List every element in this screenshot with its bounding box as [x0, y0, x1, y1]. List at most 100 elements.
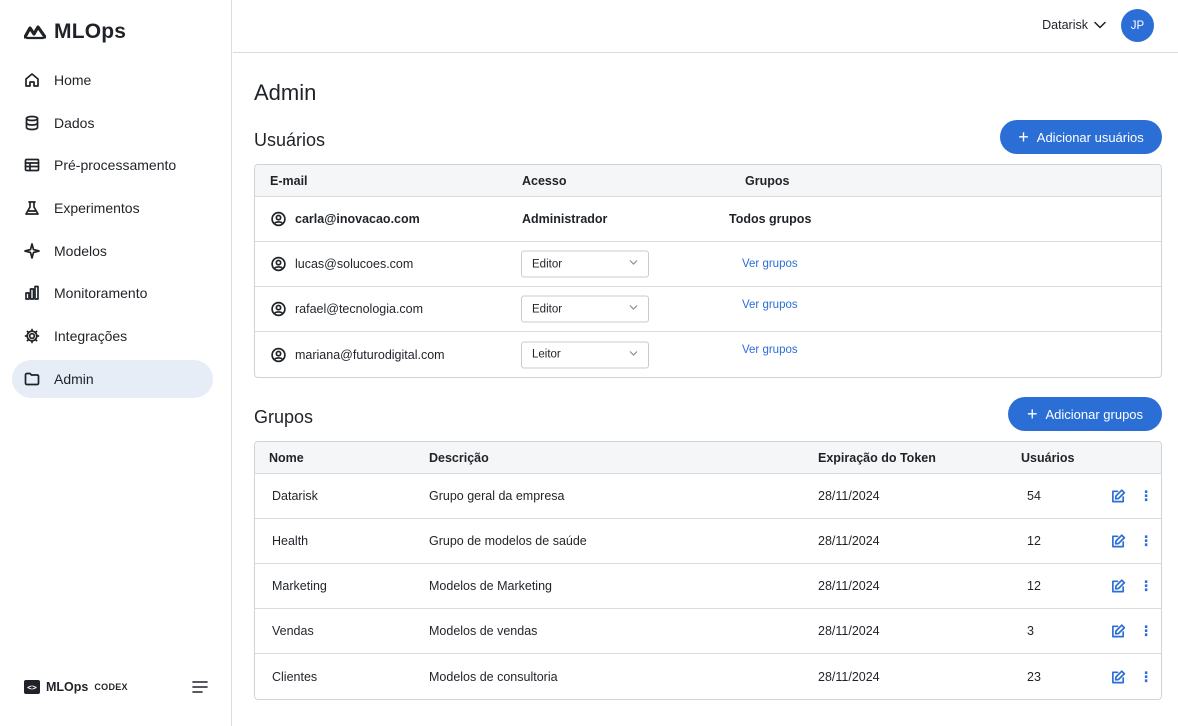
- edit-icon[interactable]: [1111, 579, 1126, 594]
- more-options-icon[interactable]: ⋮: [1139, 488, 1153, 505]
- group-users-count: 12: [1027, 579, 1041, 593]
- edit-icon[interactable]: [1111, 624, 1126, 639]
- table-row: rafael@tecnologia.com Editor Ver grupos: [255, 287, 1161, 332]
- user-email: mariana@futurodigital.com: [295, 347, 445, 362]
- more-options-icon[interactable]: ⋮: [1139, 623, 1153, 640]
- group-description: Modelos de vendas: [429, 624, 538, 638]
- group-name: Health: [272, 534, 309, 548]
- footer-brand-suffix: CODEX: [94, 682, 128, 692]
- chevron-down-icon: [629, 305, 638, 310]
- group-expiration: 28/11/2024: [818, 534, 880, 548]
- group-description: Modelos de Marketing: [429, 579, 552, 593]
- table-row: Vendas Modelos de vendas 28/11/2024 3 ⋮: [255, 609, 1161, 654]
- group-description: Grupo de modelos de saúde: [429, 534, 587, 548]
- group-name: Marketing: [272, 579, 327, 593]
- gear-icon: [24, 328, 40, 344]
- users-table-header: E-mail Acesso Grupos: [255, 165, 1161, 197]
- groups-section-title: Grupos: [254, 407, 314, 427]
- access-select-value: Editor: [532, 258, 563, 270]
- sidebar-item-admin[interactable]: Admin: [12, 359, 213, 398]
- more-options-icon[interactable]: ⋮: [1139, 668, 1153, 685]
- sidebar-nav: Home Dados Pré-processamento Experimento…: [12, 61, 213, 403]
- edit-icon[interactable]: [1111, 669, 1126, 684]
- group-users-count: 23: [1027, 669, 1041, 684]
- add-users-button[interactable]: + Adicionar usuários: [1000, 120, 1162, 154]
- database-icon: [24, 115, 40, 131]
- access-select[interactable]: Editor: [521, 250, 649, 278]
- plus-icon: +: [1018, 127, 1029, 147]
- sidebar-item-integracoes[interactable]: Integrações: [12, 317, 213, 355]
- mlops-logo-icon: [24, 25, 46, 40]
- app-name: MLOps: [54, 20, 127, 43]
- page-title: Admin: [254, 80, 317, 105]
- table-row: mariana@futurodigital.com Leitor Ver gru…: [255, 332, 1161, 377]
- menu-collapse-icon[interactable]: [192, 680, 208, 694]
- sidebar: MLOps Home Dados Pré-processamento Exper…: [0, 0, 232, 726]
- column-header-name: Nome: [269, 450, 304, 465]
- add-groups-button[interactable]: + Adicionar grupos: [1008, 397, 1162, 431]
- user-groups: Todos grupos: [729, 212, 812, 226]
- groups-table-header: Nome Descrição Expiração do Token Usuári…: [255, 442, 1161, 474]
- org-name: Datarisk: [1042, 18, 1088, 32]
- group-expiration: 28/11/2024: [818, 669, 880, 684]
- group-description: Grupo geral da empresa: [429, 489, 565, 503]
- sidebar-item-label: Admin: [54, 370, 94, 387]
- column-header-users: Usuários: [1021, 450, 1075, 465]
- sidebar-item-monitoramento[interactable]: Monitoramento: [12, 274, 213, 312]
- home-icon: [24, 72, 40, 88]
- table-icon: [24, 157, 40, 173]
- access-select[interactable]: Editor: [521, 295, 649, 323]
- sidebar-item-label: Dados: [54, 114, 95, 131]
- sidebar-item-pre-processamento[interactable]: Pré-processamento: [12, 146, 213, 184]
- user-avatar[interactable]: JP: [1121, 9, 1154, 42]
- user-email: rafael@tecnologia.com: [295, 302, 424, 316]
- sidebar-item-modelos[interactable]: Modelos: [12, 232, 213, 270]
- sidebar-item-label: Modelos: [54, 242, 107, 259]
- view-groups-link[interactable]: Ver grupos: [742, 344, 798, 356]
- bar-chart-icon: [24, 285, 40, 301]
- group-expiration: 28/11/2024: [818, 489, 880, 503]
- sidebar-item-dados[interactable]: Dados: [12, 104, 213, 142]
- group-expiration: 28/11/2024: [818, 579, 880, 593]
- column-header-access: Acesso: [522, 173, 567, 188]
- table-row: Health Grupo de modelos de saúde 28/11/2…: [255, 519, 1161, 564]
- plus-icon: +: [1026, 404, 1038, 424]
- column-header-email: E-mail: [270, 173, 308, 188]
- user-circle-icon: [271, 347, 286, 362]
- sidebar-item-label: Monitoramento: [54, 285, 148, 302]
- mlops-codex-brand: <> MLOps CODEX: [24, 680, 128, 694]
- sidebar-footer: <> MLOps CODEX: [24, 680, 208, 694]
- app-logo[interactable]: MLOps: [24, 20, 126, 44]
- group-users-count: 3: [1027, 624, 1034, 638]
- user-email: carla@inovacao.com: [295, 212, 420, 226]
- group-users-count: 54: [1027, 489, 1041, 503]
- group-expiration: 28/11/2024: [818, 624, 880, 638]
- edit-icon[interactable]: [1111, 489, 1126, 504]
- sidebar-item-label: Home: [54, 72, 92, 88]
- sidebar-item-experimentos[interactable]: Experimentos: [12, 189, 213, 227]
- chevron-down-icon: [1094, 21, 1106, 29]
- group-name: Vendas: [272, 624, 314, 638]
- access-select[interactable]: Leitor: [521, 341, 649, 368]
- code-icon: <>: [24, 680, 40, 694]
- column-header-description: Descrição: [429, 450, 489, 465]
- view-groups-link[interactable]: Ver grupos: [742, 299, 798, 311]
- group-name: Clientes: [272, 669, 318, 684]
- chevron-down-icon: [629, 260, 638, 265]
- user-access: Administrador: [522, 212, 608, 226]
- sparkle-icon: [24, 242, 40, 259]
- groups-table: Nome Descrição Expiração do Token Usuári…: [254, 441, 1162, 700]
- table-row: lucas@solucoes.com Editor Ver grupos: [255, 242, 1161, 287]
- column-header-token-expiration: Expiração do Token: [818, 450, 936, 465]
- table-row: Marketing Modelos de Marketing 28/11/202…: [255, 564, 1161, 609]
- org-switcher[interactable]: Datarisk: [1042, 18, 1106, 32]
- more-options-icon[interactable]: ⋮: [1139, 533, 1153, 550]
- edit-icon[interactable]: [1111, 534, 1126, 549]
- access-select-value: Leitor: [532, 348, 561, 361]
- sidebar-item-home[interactable]: Home: [12, 61, 213, 99]
- users-section-title: Usuários: [254, 130, 326, 150]
- table-row: carla@inovacao.com Administrador Todos g…: [255, 197, 1161, 242]
- more-options-icon[interactable]: ⋮: [1139, 578, 1153, 595]
- table-row: Datarisk Grupo geral da empresa 28/11/20…: [255, 474, 1161, 519]
- view-groups-link[interactable]: Ver grupos: [742, 258, 798, 270]
